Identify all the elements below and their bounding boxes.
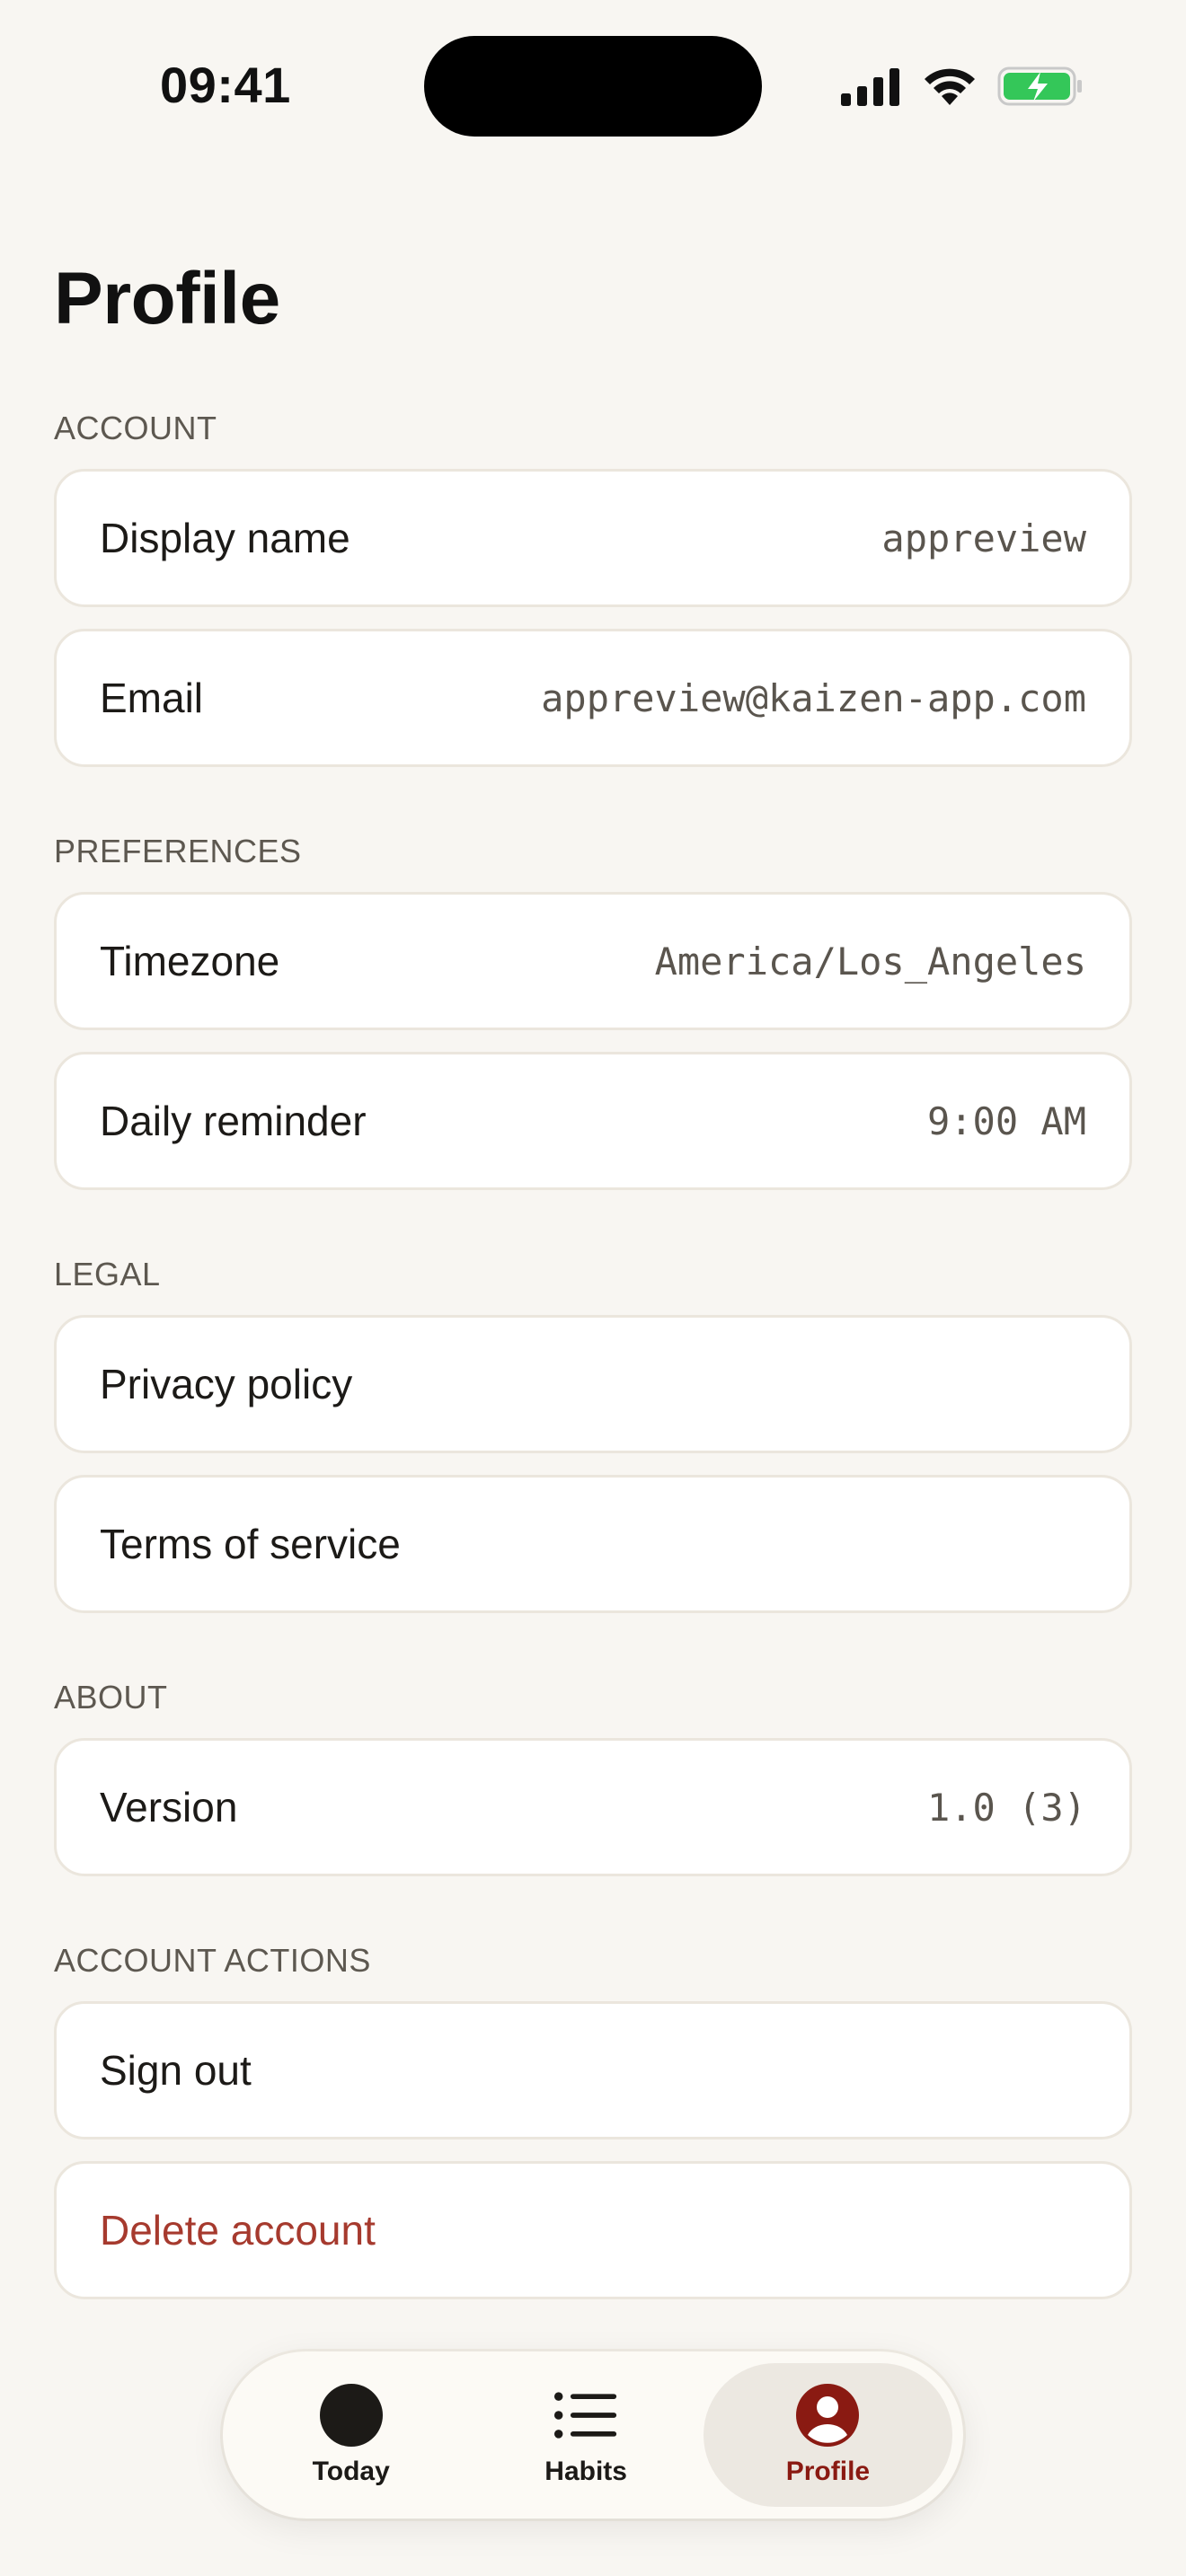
row-value: 1.0 (3): [926, 1785, 1086, 1830]
row-label: Display name: [100, 515, 350, 561]
sign-out-button[interactable]: Sign out: [54, 2001, 1132, 2139]
status-icons: [839, 63, 1084, 110]
profile-screen: 09:41 Profile ACCOUNT Display name appre…: [0, 0, 1186, 2576]
row-version: Version 1.0 (3): [54, 1738, 1132, 1876]
tab-label: Today: [312, 2457, 390, 2486]
page-title: Profile: [54, 258, 280, 340]
status-bar: 09:41: [0, 0, 1186, 171]
row-label: Email: [100, 675, 204, 721]
tab-label: Profile: [785, 2457, 871, 2486]
row-value: America/Los_Angeles: [654, 939, 1086, 984]
row-label: Timezone: [100, 938, 280, 984]
row-label: Terms of service: [100, 1521, 401, 1567]
section-label-legal: LEGAL: [54, 1256, 161, 1292]
row-label: Daily reminder: [100, 1098, 367, 1144]
person-icon: [795, 2383, 860, 2448]
row-daily-reminder[interactable]: Daily reminder 9:00 AM: [54, 1052, 1132, 1190]
section-label-account-actions: ACCOUNT ACTIONS: [54, 1942, 371, 1979]
battery-charging-icon: [997, 66, 1082, 106]
tab-label: Habits: [544, 2457, 627, 2486]
tab-profile[interactable]: Profile: [703, 2363, 952, 2507]
tab-today[interactable]: Today: [234, 2363, 468, 2507]
row-value: 9:00 AM: [926, 1098, 1086, 1143]
list-icon: [553, 2383, 618, 2448]
section-label-preferences: PREFERENCES: [54, 833, 302, 869]
row-label: Sign out: [100, 2047, 252, 2094]
status-time: 09:41: [160, 57, 291, 113]
wifi-icon: [925, 68, 975, 105]
dynamic-island: [424, 36, 762, 137]
row-label: Privacy policy: [100, 1361, 353, 1407]
signal-icon: [841, 68, 899, 106]
row-timezone[interactable]: Timezone America/Los_Angeles: [54, 892, 1132, 1030]
circle-icon: [319, 2383, 384, 2448]
delete-account-button[interactable]: Delete account: [54, 2161, 1132, 2299]
row-privacy-policy[interactable]: Privacy policy: [54, 1315, 1132, 1453]
row-display-name[interactable]: Display name appreview: [54, 469, 1132, 607]
row-label: Delete account: [100, 2207, 376, 2254]
section-label-account: ACCOUNT: [54, 410, 217, 446]
row-value: appreview: [881, 516, 1086, 560]
row-label: Version: [100, 1784, 238, 1831]
tab-habits[interactable]: Habits: [468, 2363, 703, 2507]
tab-bar: Today Habits Profile: [223, 2351, 963, 2519]
row-value: appreview@kaizen-app.com: [541, 675, 1086, 720]
row-terms-of-service[interactable]: Terms of service: [54, 1475, 1132, 1613]
row-email[interactable]: Email appreview@kaizen-app.com: [54, 629, 1132, 767]
section-label-about: ABOUT: [54, 1679, 168, 1716]
